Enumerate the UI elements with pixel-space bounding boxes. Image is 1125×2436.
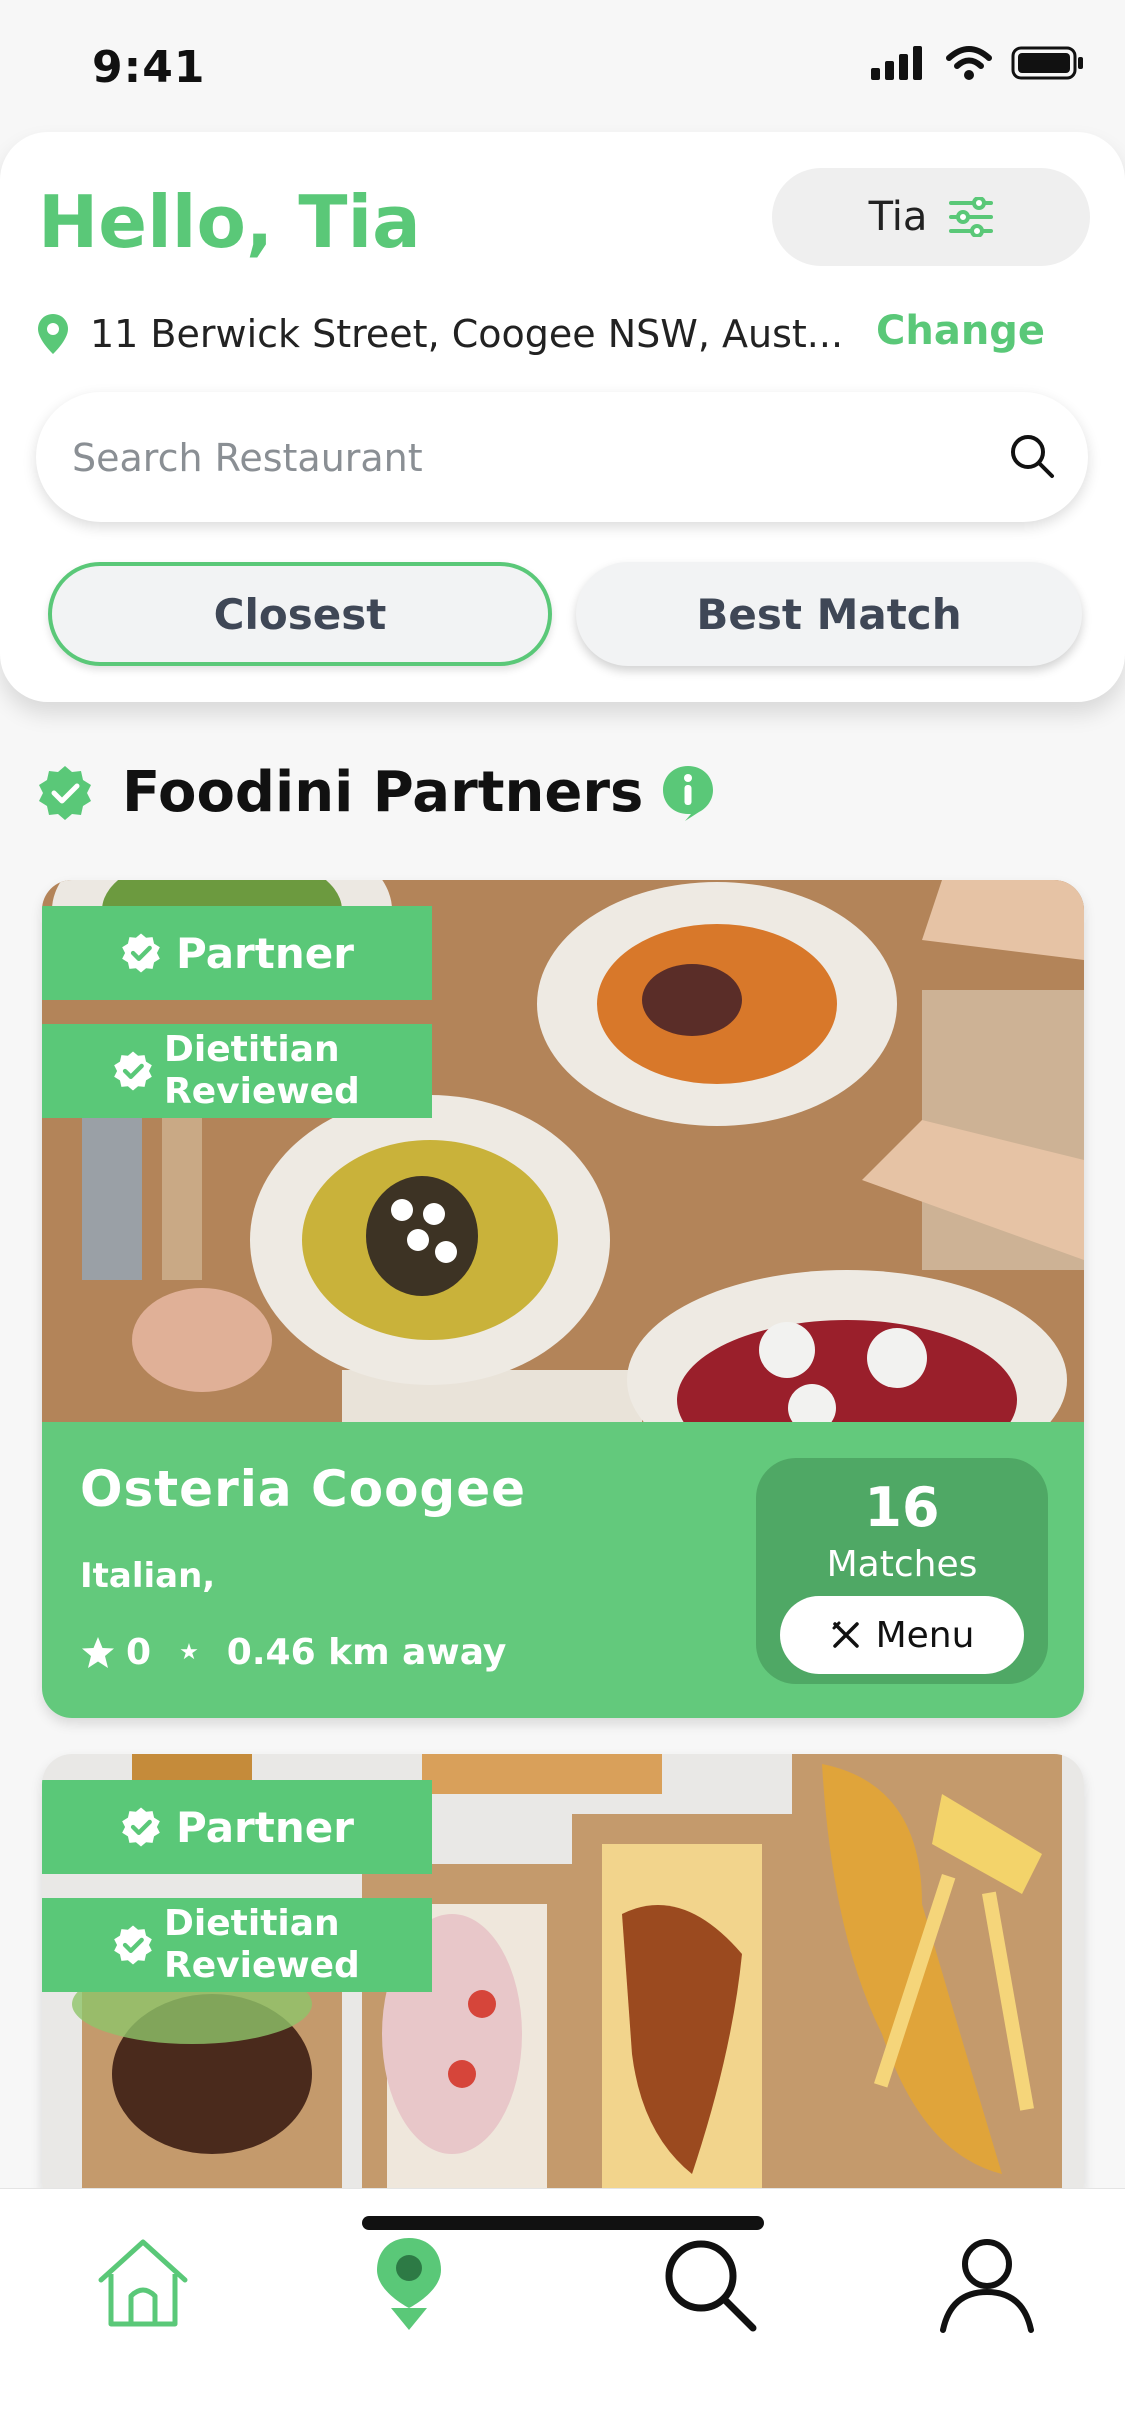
separator-dot-icon: ★ bbox=[179, 1640, 199, 1665]
status-icons bbox=[871, 46, 1085, 80]
partner-badge-label: Partner bbox=[176, 928, 354, 978]
signal-icon bbox=[871, 46, 922, 80]
map-pin-icon bbox=[377, 2238, 441, 2330]
home-indicator bbox=[362, 2216, 764, 2230]
header-card: Hello, Tia Tia 11 Berwick Street, Coogee… bbox=[0, 132, 1125, 702]
partner-badge: Partner bbox=[42, 906, 432, 1000]
dietitian-badge-line2: Reviewed bbox=[164, 1071, 360, 1112]
utensils-icon bbox=[832, 1621, 859, 1648]
section-title-row: Foodini Partners bbox=[36, 760, 715, 825]
matches-label: Matches bbox=[826, 1544, 978, 1585]
address-text: 11 Berwick Street, Coogee NSW, Aust... bbox=[90, 312, 844, 356]
info-icon[interactable] bbox=[661, 764, 715, 822]
filter-sliders-icon bbox=[949, 197, 994, 237]
tab-map[interactable] bbox=[344, 2219, 474, 2349]
matches-box: 16 Matches Menu bbox=[756, 1458, 1048, 1684]
restaurant-meta: 0 ★ 0.46 km away bbox=[80, 1632, 506, 1673]
partner-badge-label: Partner bbox=[176, 1802, 354, 1852]
location-pin-icon bbox=[38, 314, 68, 354]
verified-badge-icon bbox=[122, 1807, 160, 1847]
section-title: Foodini Partners bbox=[122, 760, 644, 825]
status-time: 9:41 bbox=[92, 42, 206, 93]
home-icon bbox=[98, 2239, 188, 2327]
restaurant-card[interactable]: Partner Dietitian Reviewed Osteria Cooge… bbox=[42, 880, 1084, 1718]
search-icon[interactable] bbox=[1008, 432, 1056, 480]
partner-badge: Partner bbox=[42, 1780, 432, 1874]
restaurant-distance: 0.46 km away bbox=[226, 1632, 507, 1673]
dietitian-badge-line2: Reviewed bbox=[164, 1945, 360, 1986]
tab-profile[interactable] bbox=[922, 2219, 1052, 2349]
star-icon bbox=[82, 1636, 114, 1668]
profile-filter-button[interactable]: Tia bbox=[772, 168, 1090, 266]
change-address-link[interactable]: Change bbox=[876, 308, 1045, 354]
matches-count: 16 bbox=[864, 1476, 940, 1539]
greeting-title: Hello, Tia bbox=[38, 180, 421, 264]
verified-badge-icon bbox=[114, 1051, 152, 1091]
wifi-icon bbox=[946, 46, 992, 80]
dietitian-reviewed-badge: Dietitian Reviewed bbox=[42, 1024, 432, 1118]
restaurant-name: Osteria Coogee bbox=[80, 1460, 527, 1518]
battery-icon bbox=[1011, 46, 1083, 80]
restaurant-info-panel: Osteria Coogee Italian, 0 ★ 0.46 km away… bbox=[42, 1422, 1084, 1718]
restaurant-card[interactable]: Partner Dietitian Reviewed bbox=[42, 1754, 1084, 2214]
search-icon bbox=[665, 2240, 757, 2332]
menu-button-label: Menu bbox=[875, 1614, 975, 1656]
menu-button[interactable]: Menu bbox=[780, 1596, 1024, 1674]
profile-icon bbox=[940, 2239, 1034, 2333]
search-input[interactable] bbox=[72, 428, 952, 488]
dietitian-badge-line1: Dietitian bbox=[164, 1903, 340, 1944]
tab-search[interactable] bbox=[644, 2219, 774, 2349]
dietitian-reviewed-badge: Dietitian Reviewed bbox=[42, 1898, 432, 1992]
profile-name: Tia bbox=[868, 194, 928, 240]
verified-badge-icon bbox=[122, 933, 160, 973]
restaurant-cuisine: Italian, bbox=[80, 1556, 216, 1596]
sort-closest-button[interactable]: Closest bbox=[48, 562, 552, 666]
sort-best-match-button[interactable]: Best Match bbox=[576, 562, 1082, 666]
tab-home[interactable] bbox=[78, 2219, 208, 2349]
verified-badge-icon bbox=[114, 1925, 152, 1965]
status-bar: 9:41 bbox=[0, 0, 1125, 130]
address-row: 11 Berwick Street, Coogee NSW, Aust... C… bbox=[36, 304, 1096, 364]
dietitian-badge-line1: Dietitian bbox=[164, 1029, 340, 1070]
verified-badge-icon bbox=[39, 765, 91, 820]
search-box bbox=[36, 392, 1088, 522]
restaurant-rating: 0 bbox=[126, 1632, 152, 1673]
